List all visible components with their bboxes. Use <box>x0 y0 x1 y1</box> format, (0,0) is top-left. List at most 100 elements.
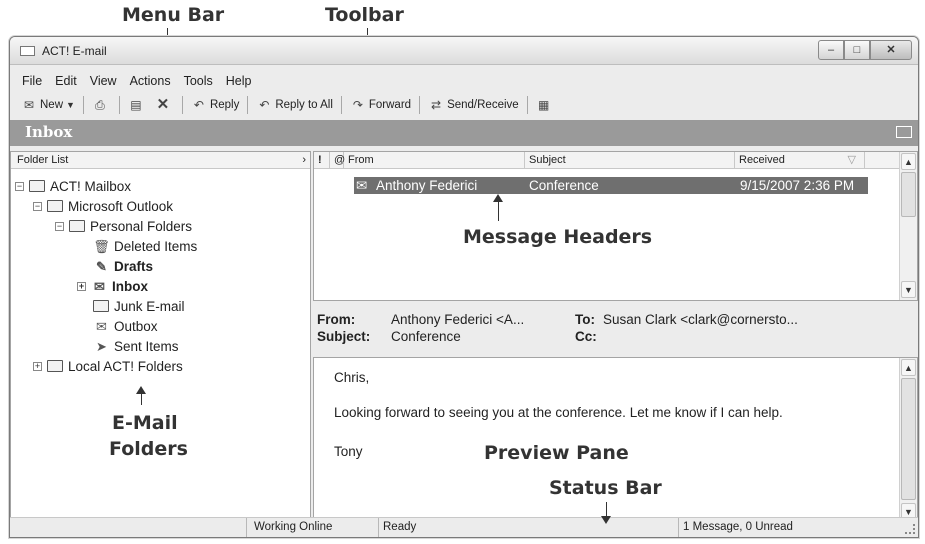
chevron-right-icon[interactable]: › <box>302 152 306 168</box>
tree-item-personal-folders[interactable]: − Personal Folders <box>55 216 192 236</box>
message-row[interactable]: ✉ Anthony Federici Conference 9/15/2007 … <box>354 177 868 194</box>
received-label: Received <box>739 154 785 166</box>
reply-all-label: Reply to All <box>275 99 333 111</box>
delete-icon: ✕ <box>156 96 170 113</box>
tree-item-local-act-folders[interactable]: + Local ACT! Folders <box>33 356 183 376</box>
new-mail-icon: ✉ <box>23 98 35 112</box>
callout-email-folders-line1: E-Mail <box>112 412 178 434</box>
callout-message-headers-line <box>498 201 499 221</box>
inbox-icon: ✉ <box>94 278 105 294</box>
scroll-thumb[interactable] <box>901 378 916 500</box>
forward-button[interactable]: ↷ Forward <box>346 94 415 116</box>
tree-item-sent-items[interactable]: ➤ Sent Items <box>93 336 178 356</box>
toolbar-separator <box>340 96 342 114</box>
envelope-icon <box>20 46 35 56</box>
toolbar-separator <box>82 96 84 114</box>
send-receive-button[interactable]: ⇄ Send/Receive <box>424 94 523 116</box>
folder-icon <box>69 220 85 232</box>
save-button[interactable]: ▤ <box>124 94 151 116</box>
folder-list-pane: Folder List › − ACT! Mailbox − Microsoft… <box>10 151 311 523</box>
tree-item-label: Drafts <box>114 258 154 274</box>
cc-label: Cc: <box>575 329 597 344</box>
menu-tools[interactable]: Tools <box>184 71 213 91</box>
message-signature: Tony <box>334 444 363 459</box>
print-button[interactable]: ⎙ <box>88 94 115 116</box>
preview-header: From: Anthony Federici <A... To: Susan C… <box>313 304 918 354</box>
menu-help[interactable]: Help <box>226 71 252 91</box>
status-ready: Ready <box>378 518 678 537</box>
from-column[interactable]: From <box>344 152 525 169</box>
delete-button[interactable]: ✕ <box>151 94 178 116</box>
toolbar-separator <box>526 96 528 114</box>
new-button[interactable]: ✉ New ▼ <box>17 94 79 116</box>
folder-icon <box>29 180 45 192</box>
scroll-up-button[interactable]: ▲ <box>901 359 916 376</box>
menu-view[interactable]: View <box>90 71 117 91</box>
folder-list-header: Folder List › <box>11 152 310 169</box>
menu-actions[interactable]: Actions <box>130 71 171 91</box>
tree-item-label: Junk E-mail <box>114 298 185 314</box>
scroll-down-button[interactable]: ▼ <box>901 281 916 298</box>
reply-button[interactable]: ↶ Reply <box>187 94 243 116</box>
tree-item-label: Personal Folders <box>90 218 193 234</box>
folder-banner: Inbox <box>10 120 918 146</box>
toolbar-separator <box>419 96 421 114</box>
folder-list-title: Folder List <box>17 154 69 166</box>
tree-item-act-mailbox[interactable]: − ACT! Mailbox <box>15 176 131 196</box>
preview-scrollbar[interactable]: ▲ ▼ <box>899 358 917 522</box>
minimize-button[interactable]: – <box>818 40 844 60</box>
title-bar: ACT! E-mail – □ ✕ <box>10 37 918 65</box>
close-button[interactable]: ✕ <box>870 40 912 60</box>
reply-label: Reply <box>209 99 240 111</box>
callout-status-bar-arrow <box>601 516 611 524</box>
collapse-icon[interactable]: − <box>15 181 24 191</box>
scroll-thumb[interactable] <box>901 172 916 217</box>
app-window: ACT! E-mail – □ ✕ File Edit View Actions… <box>9 36 919 538</box>
message-list-scrollbar[interactable]: ▲ ▼ <box>899 152 917 300</box>
status-message-count: 1 Message, 0 Unread <box>678 518 898 537</box>
toolbar-separator <box>181 96 183 114</box>
sort-icon: ▽ <box>847 154 856 166</box>
attachment-column[interactable]: @ <box>330 152 345 169</box>
menu-file[interactable]: File <box>22 71 42 91</box>
print-icon: ⎙ <box>95 98 105 112</box>
outbox-icon: ✉ <box>96 318 107 334</box>
drafts-icon: ✎ <box>96 258 107 274</box>
schedule-button[interactable]: ▦ <box>532 94 559 116</box>
trash-icon: 🗑 <box>93 238 110 254</box>
from-label: From: <box>317 312 356 327</box>
resize-grip-icon[interactable] <box>905 524 915 534</box>
expand-icon[interactable]: + <box>77 281 86 291</box>
status-cell-empty <box>10 518 246 537</box>
toolbar-separator <box>118 96 120 114</box>
callout-status-bar: Status Bar <box>549 477 662 499</box>
window-title: ACT! E-mail <box>42 44 107 58</box>
save-icon: ▤ <box>130 98 142 112</box>
collapse-icon[interactable]: − <box>33 201 42 211</box>
from-value: Anthony Federici <A... <box>391 312 525 327</box>
subject-value: Conference <box>391 329 461 344</box>
tree-item-microsoft-outlook[interactable]: − Microsoft Outlook <box>33 196 173 216</box>
menu-edit[interactable]: Edit <box>55 71 77 91</box>
status-connection: Working Online <box>246 518 378 537</box>
reply-all-button[interactable]: ↶ Reply to All <box>252 94 337 116</box>
tree-item-outbox[interactable]: ✉ Outbox <box>93 316 157 336</box>
folder-banner-title: Inbox <box>25 123 73 141</box>
tree-item-label: Deleted Items <box>114 238 198 254</box>
importance-column[interactable]: ! <box>314 152 330 169</box>
tree-item-junk-email[interactable]: Junk E-mail <box>93 296 185 316</box>
expand-icon[interactable]: + <box>33 361 42 371</box>
collapse-icon[interactable]: − <box>55 221 64 231</box>
scroll-up-button[interactable]: ▲ <box>901 153 916 170</box>
to-value: Susan Clark <clark@cornersto... <box>603 312 798 327</box>
maximize-button[interactable]: □ <box>844 40 870 60</box>
received-column[interactable]: Received ▽ <box>735 152 865 169</box>
chevron-down-icon[interactable]: ▼ <box>66 100 75 110</box>
callout-message-headers: Message Headers <box>463 226 653 248</box>
menu-bar: File Edit View Actions Tools Help <box>10 71 918 91</box>
tree-item-drafts[interactable]: ✎ Drafts <box>93 256 153 276</box>
tree-item-deleted-items[interactable]: 🗑 Deleted Items <box>93 236 197 256</box>
subject-column[interactable]: Subject <box>525 152 735 169</box>
tree-item-inbox[interactable]: + ✉ Inbox <box>77 276 148 296</box>
callout-preview-pane: Preview Pane <box>484 442 629 464</box>
